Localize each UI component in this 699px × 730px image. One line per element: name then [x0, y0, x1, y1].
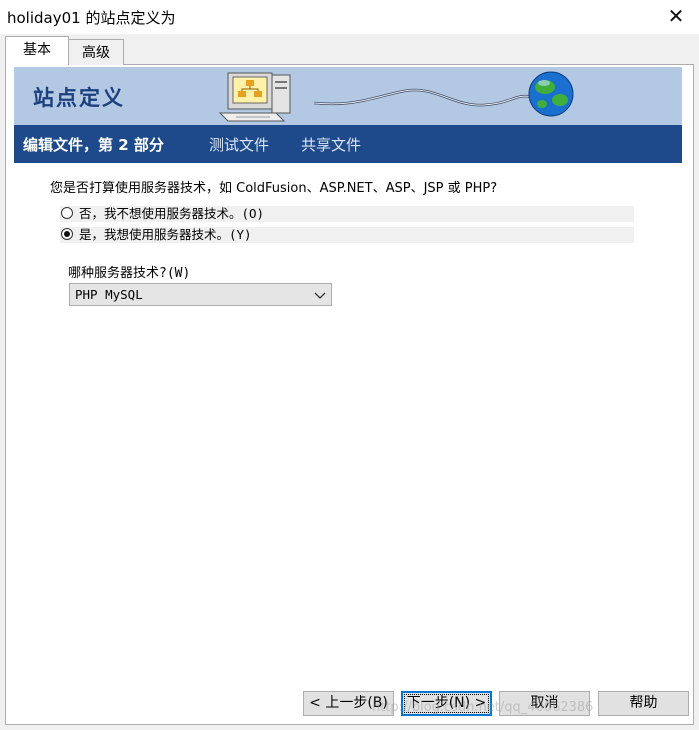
question-text: 您是否打算使用服务器技术，如 ColdFusion、ASP.NET、ASP、JS…	[50, 181, 498, 196]
radio-selected-dot	[64, 231, 70, 237]
step-edit-files: 编辑文件，第 2 部分	[23, 136, 164, 154]
globe-icon	[528, 71, 574, 117]
radio-button[interactable]	[61, 228, 73, 240]
wizard-banner: 站点定义	[14, 67, 682, 125]
tab-basic[interactable]: 基本	[5, 36, 69, 65]
tab-panel	[5, 64, 694, 725]
network-illustration	[218, 71, 574, 122]
select-value: PHP MySQL	[75, 287, 143, 302]
help-button[interactable]: 帮助	[598, 691, 689, 716]
step-sharing-files: 共享文件	[301, 136, 362, 154]
wizard-steps: 编辑文件，第 2 部分 测试文件 共享文件	[14, 125, 682, 163]
window-title: holiday01 的站点定义为	[7, 9, 176, 27]
server-tech-select[interactable]: PHP MySQL	[69, 283, 332, 306]
option-no-server-tech[interactable]: 否，我不想使用服务器技术。(O)	[60, 206, 634, 222]
server-tech-label: 哪种服务器技术?(W)	[68, 266, 191, 281]
chevron-down-icon	[314, 292, 326, 299]
close-icon: ✕	[667, 4, 685, 28]
back-button[interactable]: < 上一步(B)	[303, 691, 394, 716]
tab-advanced[interactable]: 高级	[68, 39, 124, 65]
close-button[interactable]: ✕	[653, 0, 699, 34]
title-bar: holiday01 的站点定义为 ✕	[0, 0, 699, 34]
focus-rectangle	[404, 694, 489, 713]
radio-label: 否，我不想使用服务器技术。(O)	[79, 206, 265, 221]
radio-button[interactable]	[61, 207, 73, 219]
cancel-button[interactable]: 取消	[499, 691, 590, 716]
computer-icon	[218, 72, 291, 122]
step-testing-files: 测试文件	[209, 136, 270, 154]
radio-label: 是，我想使用服务器技术。(Y)	[79, 227, 252, 242]
next-button[interactable]: 下一步(N) >	[401, 691, 492, 716]
option-use-server-tech[interactable]: 是，我想使用服务器技术。(Y)	[60, 227, 634, 243]
